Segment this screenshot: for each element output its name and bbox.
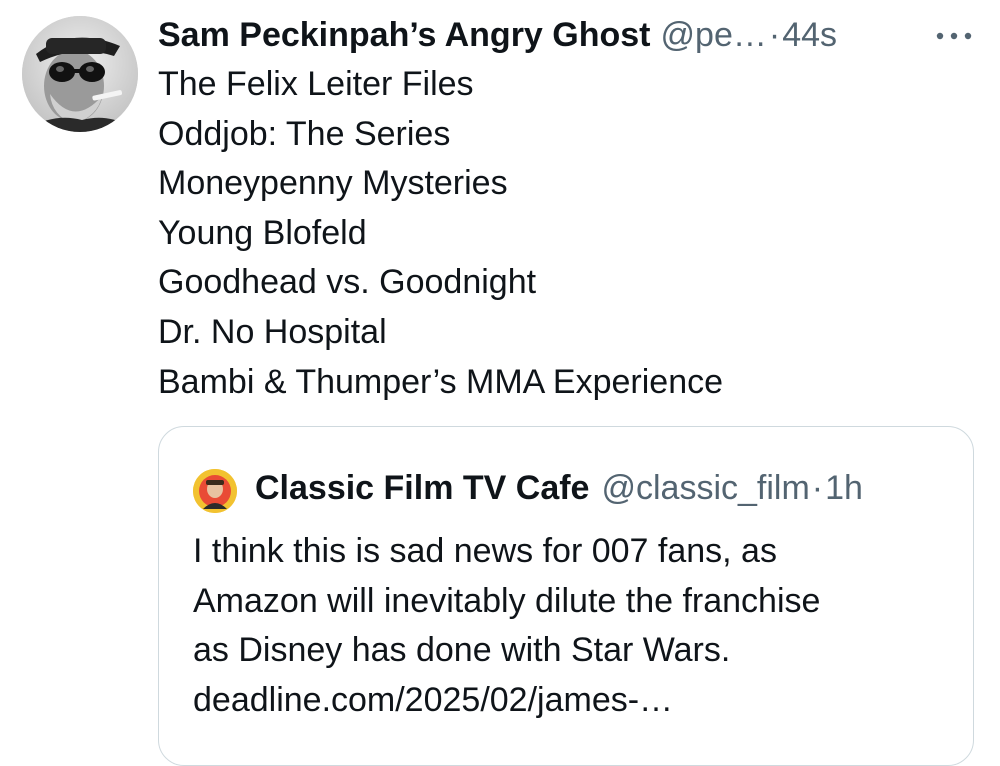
tweet-text-line: Bambi & Thumper’s MMA Experience <box>158 362 724 401</box>
quoted-author-avatar[interactable] <box>193 469 237 513</box>
author-handle[interactable]: @pe… <box>661 12 767 58</box>
quoted-author-handle[interactable]: @classic_film <box>601 465 809 511</box>
quoted-tweet-timestamp[interactable]: 1h <box>825 465 863 511</box>
tweet: Sam Peckinpah’s Angry Ghost @pe… · 44s T… <box>0 0 1000 766</box>
tweet-text-line: The Felix Leiter Files <box>158 65 474 103</box>
quoted-link-text[interactable]: deadline.com/2025/02/james-… <box>193 676 963 726</box>
header-separator: · <box>768 16 781 54</box>
quoted-tweet-card[interactable]: Classic Film TV Cafe @classic_film · 1h … <box>158 426 974 766</box>
quoted-text-line: Amazon will inevitably dilute the franch… <box>193 581 821 620</box>
quoted-text-line: as Disney has done with Star Wars. <box>193 631 731 670</box>
more-horizontal-icon <box>936 32 972 40</box>
tweet-text-line: Goodhead vs. Goodnight <box>158 263 537 302</box>
quoted-header-separator: · <box>811 469 824 507</box>
tweet-text: The Felix Leiter Files Oddjob: The Serie… <box>158 60 958 407</box>
avatar-portrait-icon <box>193 469 237 513</box>
tweet-text-line: Moneypenny Mysteries <box>158 164 508 203</box>
tweet-text-line: Young Blofeld <box>158 213 367 252</box>
author-avatar[interactable] <box>22 16 138 132</box>
tweet-header: Sam Peckinpah’s Angry Ghost @pe… · 44s <box>158 12 837 58</box>
tweet-text-line: Dr. No Hospital <box>158 312 387 351</box>
quoted-tweet-text: I think this is sad news for 007 fans, a… <box>193 527 963 725</box>
quoted-author-display-name[interactable]: Classic Film TV Cafe <box>255 465 589 511</box>
tweet-timestamp[interactable]: 44s <box>782 12 837 58</box>
quoted-text-line: I think this is sad news for 007 fans, a… <box>193 532 777 570</box>
more-options-button[interactable] <box>930 22 978 50</box>
tweet-text-line: Oddjob: The Series <box>158 114 451 153</box>
author-display-name[interactable]: Sam Peckinpah’s Angry Ghost <box>158 12 651 58</box>
quoted-tweet-header: Classic Film TV Cafe @classic_film · 1h <box>255 465 863 511</box>
avatar-portrait-icon <box>22 16 138 132</box>
